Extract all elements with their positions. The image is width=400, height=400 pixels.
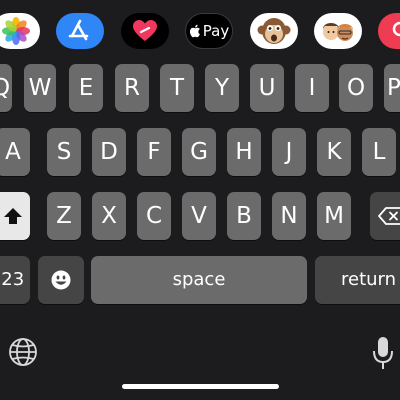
- microphone-icon: [373, 337, 393, 369]
- key-h[interactable]: H: [227, 128, 261, 176]
- key-j-label: J: [285, 138, 293, 165]
- key-r[interactable]: R: [115, 64, 149, 112]
- dictation-button[interactable]: [368, 334, 398, 372]
- key-v[interactable]: V: [182, 192, 216, 240]
- key-w-label: W: [28, 74, 52, 101]
- memoji-icon: [323, 23, 353, 41]
- globe-button[interactable]: [6, 335, 40, 369]
- key-s-label: S: [56, 138, 72, 165]
- key-q[interactable]: Q: [0, 64, 12, 112]
- imessage-app-strip: Pay: [0, 0, 400, 56]
- home-indicator[interactable]: [122, 384, 279, 389]
- key-f-label: F: [147, 138, 161, 165]
- animoji-app-button[interactable]: [250, 13, 298, 49]
- key-j[interactable]: J: [272, 128, 306, 176]
- key-f[interactable]: F: [137, 128, 171, 176]
- apple-pay-icon: [189, 24, 200, 38]
- space-key[interactable]: space: [91, 256, 307, 304]
- key-b-label: B: [236, 202, 252, 229]
- key-o-label: O: [346, 74, 366, 101]
- emoji-icon: [51, 270, 71, 290]
- key-h-label: H: [235, 138, 253, 165]
- search-images-app-button[interactable]: [378, 13, 400, 49]
- key-d[interactable]: D: [92, 128, 126, 176]
- space-key-label: space: [172, 269, 226, 290]
- monkey-animoji-icon: [257, 18, 291, 44]
- globe-icon: [9, 338, 37, 366]
- key-l[interactable]: L: [362, 128, 396, 176]
- key-i-label: I: [308, 74, 316, 101]
- photos-app-button[interactable]: [0, 13, 40, 49]
- key-g-label: G: [190, 138, 208, 165]
- key-c[interactable]: C: [137, 192, 171, 240]
- key-a[interactable]: A: [0, 128, 30, 176]
- key-z[interactable]: Z: [47, 192, 81, 240]
- key-g[interactable]: G: [182, 128, 216, 176]
- key-d-label: D: [100, 138, 118, 165]
- key-u-label: U: [258, 74, 276, 101]
- key-l-label: L: [372, 138, 386, 165]
- key-e-label: E: [78, 74, 94, 101]
- emoji-key[interactable]: [38, 256, 84, 304]
- key-r-label: R: [124, 74, 140, 101]
- key-p[interactable]: P: [384, 64, 400, 112]
- key-k-label: K: [326, 138, 342, 165]
- key-n-label: N: [280, 202, 298, 229]
- key-c-label: C: [145, 202, 163, 229]
- numbers-key-label: 123: [0, 269, 25, 290]
- key-v-label: V: [191, 202, 207, 229]
- key-y[interactable]: Y: [205, 64, 239, 112]
- key-w[interactable]: W: [24, 64, 56, 112]
- memoji-stickers-app-button[interactable]: [314, 13, 362, 49]
- return-key-label: return: [341, 269, 397, 290]
- key-p-label: P: [387, 74, 400, 101]
- key-q-label: Q: [0, 74, 11, 101]
- key-k[interactable]: K: [317, 128, 351, 176]
- key-t-label: T: [169, 74, 185, 101]
- key-i[interactable]: I: [295, 64, 329, 112]
- key-x[interactable]: X: [92, 192, 126, 240]
- search-icon: [392, 21, 400, 37]
- shift-key[interactable]: [0, 192, 30, 240]
- key-a-label: A: [5, 138, 21, 165]
- key-b[interactable]: B: [227, 192, 261, 240]
- delete-key[interactable]: [370, 192, 400, 240]
- apple-pay-label: Pay: [202, 22, 230, 40]
- key-m[interactable]: M: [317, 192, 351, 240]
- key-t[interactable]: T: [160, 64, 194, 112]
- app-store-icon: [68, 19, 89, 41]
- key-u[interactable]: U: [250, 64, 284, 112]
- photos-icon: [2, 17, 30, 45]
- backspace-icon: [378, 207, 400, 225]
- key-x-label: X: [101, 202, 117, 229]
- key-o[interactable]: O: [339, 64, 373, 112]
- numbers-key[interactable]: 123: [0, 256, 30, 304]
- key-n[interactable]: N: [272, 192, 306, 240]
- key-z-label: Z: [56, 202, 72, 229]
- heart-icon: [133, 20, 157, 41]
- digital-touch-app-button[interactable]: [121, 13, 169, 49]
- return-key[interactable]: return: [315, 256, 400, 304]
- shift-arrow-icon: [4, 208, 22, 224]
- keyboard-screen: Pay Q W E R T Y U I O P A S D F G H J K …: [0, 0, 400, 400]
- apple-pay-app-button[interactable]: Pay: [185, 13, 233, 49]
- key-y-label: Y: [214, 74, 230, 101]
- key-e[interactable]: E: [69, 64, 103, 112]
- key-s[interactable]: S: [47, 128, 81, 176]
- app-store-app-button[interactable]: [56, 13, 104, 49]
- key-m-label: M: [324, 202, 344, 229]
